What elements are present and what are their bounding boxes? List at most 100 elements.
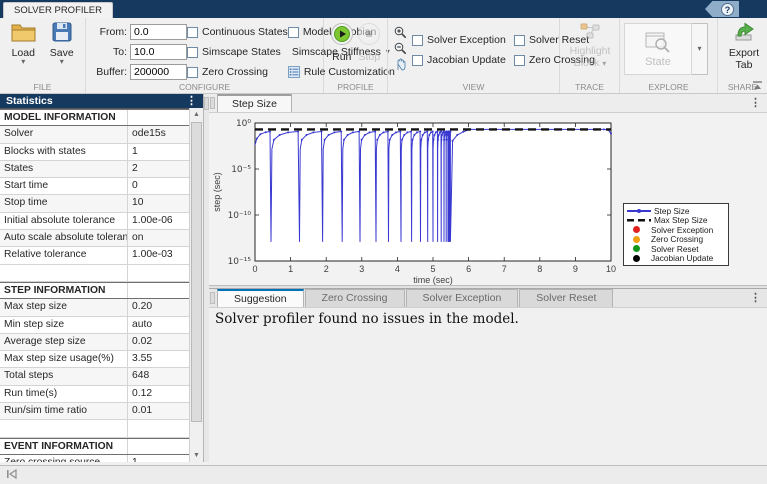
- buffer-input[interactable]: [130, 64, 187, 80]
- legend-dot-swatch: [633, 255, 640, 262]
- stats-row[interactable]: Stop time10: [0, 195, 190, 212]
- statistics-scrollbar[interactable]: ▲ ▼: [189, 108, 203, 462]
- stop-button[interactable]: Stop: [357, 22, 383, 78]
- issues-tab-zero-crossing[interactable]: Zero Crossing: [305, 289, 405, 307]
- help-button[interactable]: ?: [705, 1, 739, 17]
- legend-label: Solver Reset: [651, 244, 699, 254]
- zero-crossing-checkbox[interactable]: Zero Crossing: [187, 62, 288, 82]
- stats-label: Run/sim time ratio: [0, 403, 128, 419]
- stats-row[interactable]: Run/sim time ratio0.01: [0, 403, 190, 420]
- to-input[interactable]: [130, 44, 187, 60]
- stats-label: EVENT INFORMATION: [0, 439, 128, 454]
- stats-row[interactable]: Start time0: [0, 178, 190, 195]
- stats-row[interactable]: [0, 420, 190, 437]
- step-size-menu-icon[interactable]: ⋮: [750, 96, 761, 110]
- checkbox-icon: [514, 35, 525, 46]
- stats-row[interactable]: Relative tolerance1.00e-03: [0, 247, 190, 264]
- solver-exception-checkbox[interactable]: Solver Exception: [412, 30, 514, 50]
- save-button[interactable]: Save ▾: [44, 22, 81, 78]
- stats-value: on: [128, 230, 190, 246]
- pan-hand-icon[interactable]: [392, 56, 408, 72]
- state-gallery-button[interactable]: State: [624, 23, 692, 75]
- pane-grip[interactable]: [210, 292, 215, 304]
- svg-text:3: 3: [359, 264, 364, 274]
- highlight-block-icon: [579, 22, 601, 43]
- chart-legend: Step SizeMax Step SizeSolver ExceptionZe…: [623, 203, 729, 266]
- stats-row[interactable]: Auto scale absolute toleranceon: [0, 230, 190, 247]
- stats-value: [128, 265, 190, 281]
- statistics-title: Statistics: [6, 95, 53, 107]
- run-button[interactable]: Run: [329, 22, 355, 78]
- collapse-ribbon-icon[interactable]: [751, 80, 764, 91]
- stats-row[interactable]: Min step sizeauto: [0, 317, 190, 334]
- stats-row[interactable]: Total steps648: [0, 368, 190, 385]
- stats-value: 10: [128, 195, 190, 211]
- issues-tabbar: SuggestionZero CrossingSolver ExceptionS…: [209, 288, 767, 308]
- statistics-panel: Statistics ⋮ MODEL INFORMATIONSolverode1…: [0, 94, 204, 462]
- svg-text:10⁻¹⁵: 10⁻¹⁵: [228, 257, 252, 267]
- pane-grip[interactable]: [210, 97, 215, 109]
- issues-pane: SuggestionZero CrossingSolver ExceptionS…: [209, 288, 767, 465]
- scroll-down-icon[interactable]: ▼: [190, 449, 203, 462]
- ribbon-group-label-view: VIEW: [388, 82, 559, 92]
- stats-section-row[interactable]: EVENT INFORMATION: [0, 438, 190, 455]
- scrollbar-thumb[interactable]: [191, 122, 202, 422]
- issues-tab-solver-exception[interactable]: Solver Exception: [406, 289, 519, 307]
- highlight-block-button[interactable]: Highlight Block ▾: [565, 22, 615, 78]
- stats-row[interactable]: Run time(s)0.12: [0, 386, 190, 403]
- svg-text:8: 8: [537, 264, 542, 274]
- stats-row[interactable]: Blocks with states1: [0, 144, 190, 161]
- svg-text:5: 5: [430, 264, 435, 274]
- stats-row[interactable]: Max step size usage(%)3.55: [0, 351, 190, 368]
- state-gallery-dropdown[interactable]: ▾: [692, 23, 708, 75]
- ribbon-group-label-configure: CONFIGURE: [86, 82, 323, 92]
- jacobian-update-checkbox[interactable]: Jacobian Update: [412, 50, 514, 70]
- legend-dot-swatch: [633, 226, 640, 233]
- zoom-in-icon[interactable]: [392, 24, 408, 40]
- zoom-out-icon[interactable]: [392, 40, 408, 56]
- go-to-start-icon[interactable]: [6, 469, 18, 482]
- solver-exception-label: Solver Exception: [427, 34, 506, 46]
- ribbon-group-trace: Highlight Block ▾ TRACE: [560, 18, 620, 93]
- continuous-states-checkbox[interactable]: Continuous States: [187, 22, 288, 42]
- stats-value: 0: [128, 178, 190, 194]
- statistics-menu-icon[interactable]: ⋮: [186, 94, 197, 108]
- stats-row[interactable]: States2: [0, 161, 190, 178]
- stats-row[interactable]: [0, 265, 190, 282]
- stats-row[interactable]: Initial absolute tolerance1.00e-06: [0, 213, 190, 230]
- svg-text:step (sec): step (sec): [212, 172, 222, 212]
- stats-value: 648: [128, 368, 190, 384]
- svg-text:1: 1: [288, 264, 293, 274]
- legend-entry: Step Size: [627, 206, 725, 216]
- stats-section-row[interactable]: MODEL INFORMATION: [0, 109, 190, 126]
- help-icon: ?: [721, 3, 734, 16]
- stats-row[interactable]: Zero crossing source1: [0, 455, 190, 462]
- issues-tab-suggestion[interactable]: Suggestion: [217, 289, 304, 307]
- stats-row[interactable]: Solverode15s: [0, 126, 190, 143]
- load-button[interactable]: Load ▾: [5, 22, 42, 78]
- legend-dash-swatch: [627, 216, 651, 225]
- legend-dot-swatch: [633, 236, 640, 243]
- tab-solver-profiler[interactable]: SOLVER PROFILER: [3, 2, 113, 18]
- stats-value: auto: [128, 317, 190, 333]
- simscape-states-checkbox[interactable]: Simscape States: [187, 42, 288, 62]
- issues-tab-solver-reset[interactable]: Solver Reset: [519, 289, 613, 307]
- stats-value: 0.12: [128, 386, 190, 402]
- issues-menu-icon[interactable]: ⋮: [750, 291, 761, 305]
- stats-row[interactable]: Average step size0.02: [0, 334, 190, 351]
- continuous-states-label: Continuous States: [202, 26, 288, 38]
- scroll-up-icon[interactable]: ▲: [190, 108, 203, 121]
- ribbon-group-label-trace: TRACE: [560, 82, 619, 92]
- export-tab-button[interactable]: Export Tab: [723, 22, 765, 78]
- stats-row[interactable]: Max step size0.20: [0, 299, 190, 316]
- stats-section-row[interactable]: STEP INFORMATION: [0, 282, 190, 299]
- stats-label: MODEL INFORMATION: [0, 110, 128, 125]
- tab-step-size[interactable]: Step Size: [217, 94, 292, 112]
- stats-value: ode15s: [128, 126, 190, 142]
- stats-label: Start time: [0, 178, 128, 194]
- stats-label: Max step size usage(%): [0, 351, 128, 367]
- stats-value: 1.00e-03: [128, 247, 190, 263]
- statistics-table: MODEL INFORMATIONSolverode15sBlocks with…: [0, 108, 190, 462]
- ribbon-group-label-profile: PROFILE: [324, 82, 387, 92]
- from-input[interactable]: [130, 24, 187, 40]
